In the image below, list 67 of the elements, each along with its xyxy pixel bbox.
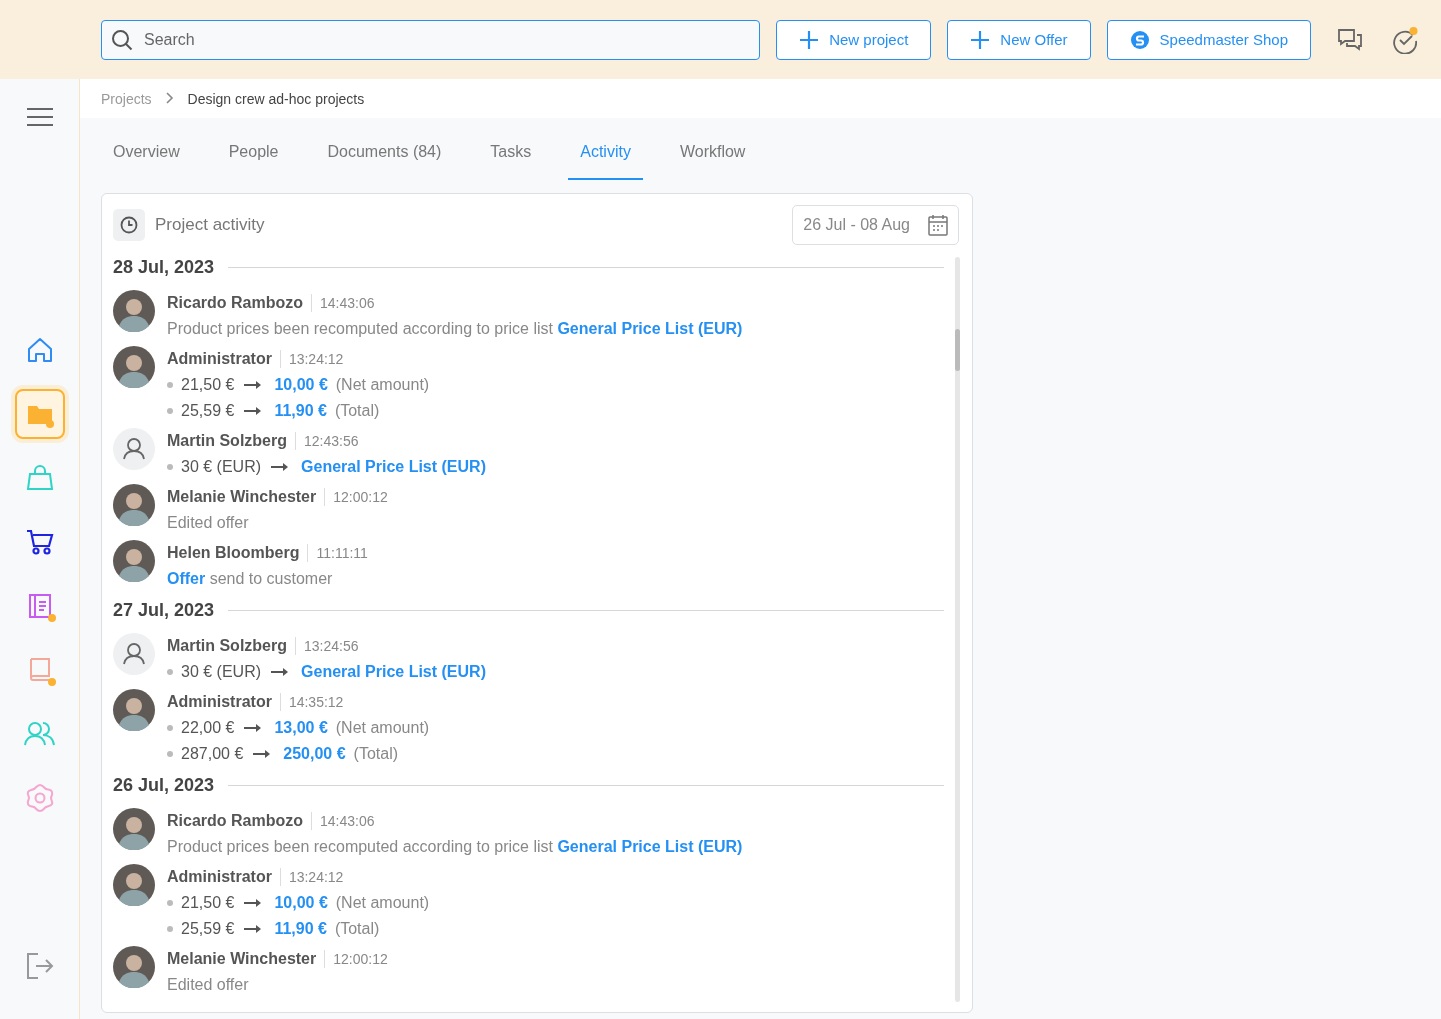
user-name: Ricardo Rambozo: [167, 294, 312, 312]
user-name: Administrator: [167, 693, 281, 711]
new-value: 11,90 €: [274, 920, 327, 938]
value-note: (Total): [334, 920, 380, 938]
timestamp: 12:43:56: [303, 433, 359, 449]
timestamp: 11:11:11: [315, 545, 368, 561]
link[interactable]: Offer: [167, 570, 206, 588]
activity-message: Product prices been recomputed according to price list General Price List (EUR): [167, 837, 743, 858]
timestamp: 14:43:06: [319, 295, 375, 311]
tab[interactable]: People: [216, 130, 291, 180]
user-name: Ricardo Rambozo: [167, 812, 312, 830]
date-heading: 28 Jul, 2023: [113, 257, 215, 278]
old-value: 25,59 €: [181, 920, 235, 938]
timestamp: 13:24:12: [287, 351, 344, 367]
tab[interactable]: Tasks: [478, 130, 544, 180]
activity-message: Product prices been recomputed according to price list General Price List (EUR): [167, 319, 743, 340]
date-range-field[interactable]: 26 Jul - 08 Aug: [792, 205, 959, 245]
new-button[interactable]: New project: [776, 19, 932, 60]
timestamp: 14:43:06: [319, 813, 375, 829]
breadcrumb-item: Design crew ad-hoc projects: [187, 90, 365, 107]
old-value: 287,00 €: [181, 745, 244, 763]
date-heading: 26 Jul, 2023: [113, 775, 215, 796]
old-value: 21,50 €: [181, 376, 235, 394]
search-field[interactable]: Search: [101, 19, 761, 60]
tab[interactable]: Documents (84): [315, 130, 454, 180]
old-value: 30 € (EUR): [181, 663, 262, 681]
timestamp: 12:00:12: [332, 489, 388, 505]
breadcrumb-item[interactable]: Projects: [101, 90, 152, 107]
new-value: General Price List (EUR): [301, 458, 486, 476]
new-value: General Price List (EUR): [301, 663, 486, 681]
value-note: (Net amount): [335, 719, 430, 737]
user-name: Administrator: [167, 350, 281, 368]
activity-message: Offer send to customer: [167, 569, 334, 590]
old-value: 25,59 €: [181, 402, 235, 420]
old-value: 21,50 €: [181, 894, 235, 912]
shop-button[interactable]: Speedmaster Shop: [1106, 19, 1311, 60]
old-value: 30 € (EUR): [181, 458, 262, 476]
new-value: 13,00 €: [274, 719, 328, 737]
new-value: 11,90 €: [274, 402, 327, 420]
activity-message: Edited offer: [167, 513, 250, 533]
tab[interactable]: Activity: [568, 130, 643, 180]
new-value: 10,00 €: [274, 376, 328, 394]
user-name: Martin Solzberg: [167, 432, 296, 450]
link[interactable]: General Price List (EUR): [557, 320, 743, 338]
link[interactable]: General Price List (EUR): [557, 838, 743, 856]
tab[interactable]: Overview: [101, 130, 192, 180]
value-note: (Total): [353, 745, 398, 763]
user-name: Helen Bloomberg: [167, 544, 309, 562]
user-name: Melanie Winchester: [167, 950, 326, 968]
timestamp: 14:35:12: [287, 694, 344, 710]
date-heading: 27 Jul, 2023: [113, 600, 215, 621]
user-name: Martin Solzberg: [167, 637, 296, 655]
old-value: 22,00 €: [181, 719, 235, 737]
tab[interactable]: Workflow: [667, 130, 758, 180]
user-name: Administrator: [167, 868, 281, 886]
value-note: (Net amount): [335, 894, 430, 912]
new-value: 10,00 €: [274, 894, 328, 912]
timestamp: 13:24:12: [287, 869, 344, 885]
user-name: Melanie Winchester: [167, 488, 326, 506]
activity-message: Edited offer: [167, 975, 250, 995]
new-button[interactable]: New Offer: [947, 19, 1091, 60]
value-note: (Net amount): [335, 376, 430, 394]
timestamp: 12:00:12: [332, 951, 388, 967]
timestamp: 13:24:56: [303, 638, 359, 654]
card-title: Project activity: [155, 215, 266, 235]
new-value: 250,00 €: [283, 745, 346, 763]
value-note: (Total): [334, 402, 380, 420]
